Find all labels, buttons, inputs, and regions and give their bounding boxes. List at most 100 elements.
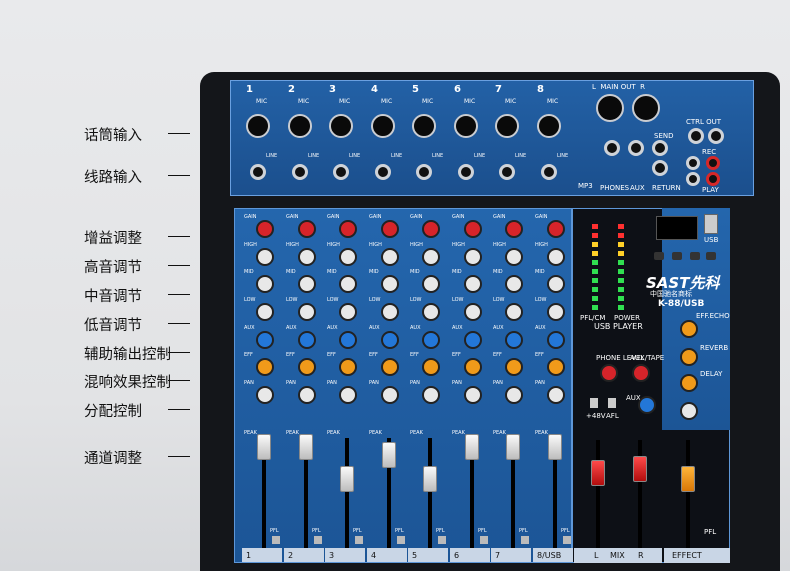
channel-fader[interactable] bbox=[423, 466, 437, 492]
high-knob[interactable] bbox=[464, 248, 482, 266]
reverb-knob[interactable] bbox=[680, 348, 698, 366]
mic-input-xlr[interactable] bbox=[537, 114, 561, 138]
pfl-button[interactable] bbox=[563, 536, 571, 544]
return-jack-1[interactable] bbox=[652, 140, 668, 156]
pan-knob[interactable] bbox=[464, 386, 482, 404]
eff-knob[interactable] bbox=[256, 358, 274, 376]
mid-knob[interactable] bbox=[381, 275, 399, 293]
high-knob[interactable] bbox=[339, 248, 357, 266]
eff-knob[interactable] bbox=[422, 358, 440, 376]
pfl-button[interactable] bbox=[272, 536, 280, 544]
eff-knob[interactable] bbox=[381, 358, 399, 376]
prev-button[interactable] bbox=[672, 252, 682, 260]
pfl-button[interactable] bbox=[355, 536, 363, 544]
mic-input-xlr[interactable] bbox=[329, 114, 353, 138]
mid-knob[interactable] bbox=[422, 275, 440, 293]
high-knob[interactable] bbox=[298, 248, 316, 266]
main-out-right-xlr[interactable] bbox=[632, 94, 660, 122]
pan-knob[interactable] bbox=[547, 386, 565, 404]
low-knob[interactable] bbox=[422, 303, 440, 321]
next-button[interactable] bbox=[690, 252, 700, 260]
aux-knob[interactable] bbox=[256, 331, 274, 349]
gain-knob[interactable] bbox=[505, 220, 523, 238]
effect-level-knob[interactable] bbox=[680, 320, 698, 338]
effect-fader[interactable] bbox=[681, 466, 695, 492]
line-input-jack[interactable] bbox=[375, 164, 391, 180]
high-knob[interactable] bbox=[422, 248, 440, 266]
ctrl-out-left-jack[interactable] bbox=[688, 128, 704, 144]
channel-fader[interactable] bbox=[299, 434, 313, 460]
line-input-jack[interactable] bbox=[458, 164, 474, 180]
aux-knob[interactable] bbox=[381, 331, 399, 349]
pan-knob[interactable] bbox=[422, 386, 440, 404]
pfl-button[interactable] bbox=[397, 536, 405, 544]
play-pause-button[interactable] bbox=[654, 252, 664, 260]
pfl-button[interactable] bbox=[480, 536, 488, 544]
afl-switch[interactable] bbox=[608, 398, 616, 408]
low-knob[interactable] bbox=[339, 303, 357, 321]
mid-knob[interactable] bbox=[256, 275, 274, 293]
pfl-button[interactable] bbox=[314, 536, 322, 544]
aux-knob[interactable] bbox=[339, 331, 357, 349]
play-rca-white[interactable] bbox=[686, 172, 700, 186]
mic-input-xlr[interactable] bbox=[246, 114, 270, 138]
aux-tape-knob[interactable] bbox=[632, 364, 650, 382]
low-knob[interactable] bbox=[547, 303, 565, 321]
line-input-jack[interactable] bbox=[499, 164, 515, 180]
low-knob[interactable] bbox=[381, 303, 399, 321]
line-input-jack[interactable] bbox=[292, 164, 308, 180]
effect-pan-knob[interactable] bbox=[680, 402, 698, 420]
channel-fader[interactable] bbox=[257, 434, 271, 460]
usb-port[interactable] bbox=[704, 214, 718, 234]
gain-knob[interactable] bbox=[422, 220, 440, 238]
gain-knob[interactable] bbox=[339, 220, 357, 238]
low-knob[interactable] bbox=[256, 303, 274, 321]
channel-fader[interactable] bbox=[506, 434, 520, 460]
mix-right-fader[interactable] bbox=[633, 456, 647, 482]
pan-knob[interactable] bbox=[256, 386, 274, 404]
channel-fader[interactable] bbox=[382, 442, 396, 468]
send-jack[interactable] bbox=[652, 160, 668, 176]
delay-knob[interactable] bbox=[680, 374, 698, 392]
gain-knob[interactable] bbox=[464, 220, 482, 238]
channel-fader[interactable] bbox=[465, 434, 479, 460]
eff-knob[interactable] bbox=[339, 358, 357, 376]
ctrl-out-right-jack[interactable] bbox=[708, 128, 724, 144]
gain-knob[interactable] bbox=[547, 220, 565, 238]
mid-knob[interactable] bbox=[547, 275, 565, 293]
low-knob[interactable] bbox=[464, 303, 482, 321]
mic-input-xlr[interactable] bbox=[288, 114, 312, 138]
eff-knob[interactable] bbox=[464, 358, 482, 376]
low-knob[interactable] bbox=[505, 303, 523, 321]
high-knob[interactable] bbox=[505, 248, 523, 266]
line-input-jack[interactable] bbox=[250, 164, 266, 180]
mic-input-xlr[interactable] bbox=[495, 114, 519, 138]
aux-knob[interactable] bbox=[422, 331, 440, 349]
rec-rca-red[interactable] bbox=[706, 156, 720, 170]
channel-fader[interactable] bbox=[548, 434, 562, 460]
aux-master-knob[interactable] bbox=[638, 396, 656, 414]
gain-knob[interactable] bbox=[298, 220, 316, 238]
eff-knob[interactable] bbox=[505, 358, 523, 376]
gain-knob[interactable] bbox=[256, 220, 274, 238]
low-knob[interactable] bbox=[298, 303, 316, 321]
pan-knob[interactable] bbox=[381, 386, 399, 404]
eff-knob[interactable] bbox=[547, 358, 565, 376]
mid-knob[interactable] bbox=[505, 275, 523, 293]
pan-knob[interactable] bbox=[505, 386, 523, 404]
phones-jack[interactable] bbox=[604, 140, 620, 156]
mid-knob[interactable] bbox=[339, 275, 357, 293]
pfl-button[interactable] bbox=[521, 536, 529, 544]
gain-knob[interactable] bbox=[381, 220, 399, 238]
mic-input-xlr[interactable] bbox=[454, 114, 478, 138]
aux-knob[interactable] bbox=[547, 331, 565, 349]
play-rca-red[interactable] bbox=[706, 172, 720, 186]
mid-knob[interactable] bbox=[464, 275, 482, 293]
aux-knob[interactable] bbox=[505, 331, 523, 349]
phantom-switch[interactable] bbox=[590, 398, 598, 408]
pfl-button[interactable] bbox=[438, 536, 446, 544]
high-knob[interactable] bbox=[381, 248, 399, 266]
line-input-jack[interactable] bbox=[541, 164, 557, 180]
pan-knob[interactable] bbox=[339, 386, 357, 404]
mic-input-xlr[interactable] bbox=[371, 114, 395, 138]
